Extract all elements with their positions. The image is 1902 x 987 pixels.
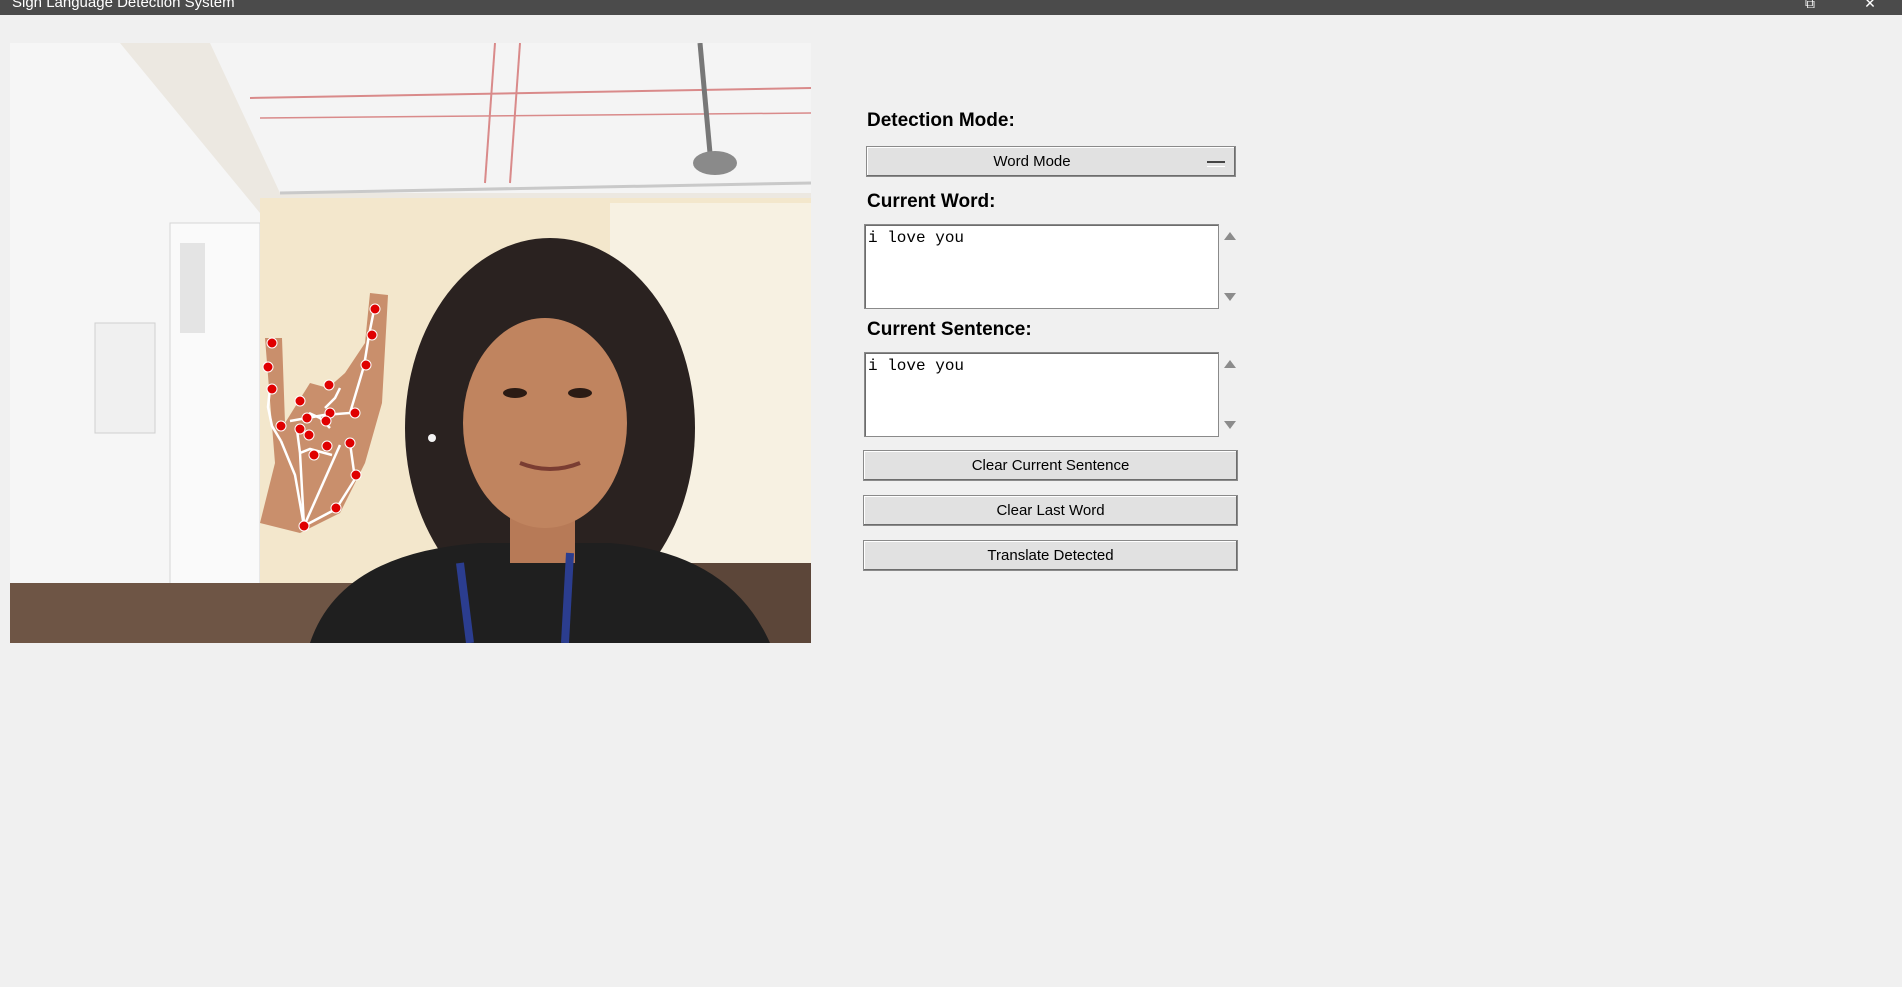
current-word-label: Current Word:	[867, 191, 996, 212]
current-word-scrollbar[interactable]	[1219, 224, 1241, 309]
detection-mode-value: Word Mode	[993, 153, 1071, 170]
scroll-up-icon[interactable]	[1224, 232, 1236, 240]
camera-feed	[10, 43, 811, 643]
scroll-up-icon[interactable]	[1224, 360, 1236, 368]
detection-mode-select[interactable]: Word Mode	[866, 146, 1236, 177]
clear-current-sentence-button[interactable]: Clear Current Sentence	[863, 450, 1238, 481]
restore-window-icon[interactable]: ⧉	[1790, 0, 1830, 14]
window-title: Sign Language Detection System	[12, 0, 235, 11]
clear-last-word-button[interactable]: Clear Last Word	[863, 495, 1238, 526]
detection-mode-label: Detection Mode:	[867, 110, 1015, 131]
current-sentence-textbox[interactable]: i love you	[864, 352, 1219, 437]
current-sentence-scrollbar[interactable]	[1219, 352, 1241, 437]
translate-detected-button[interactable]: Translate Detected	[863, 540, 1238, 571]
current-word-textbox[interactable]: i love you	[864, 224, 1219, 309]
window-titlebar: Sign Language Detection System ⧉ ✕	[0, 0, 1902, 15]
dropdown-arrow-icon[interactable]	[1207, 161, 1225, 167]
scroll-down-icon[interactable]	[1224, 421, 1236, 429]
current-sentence-label: Current Sentence:	[867, 319, 1032, 340]
scroll-down-icon[interactable]	[1224, 293, 1236, 301]
close-window-icon[interactable]: ✕	[1850, 0, 1890, 14]
